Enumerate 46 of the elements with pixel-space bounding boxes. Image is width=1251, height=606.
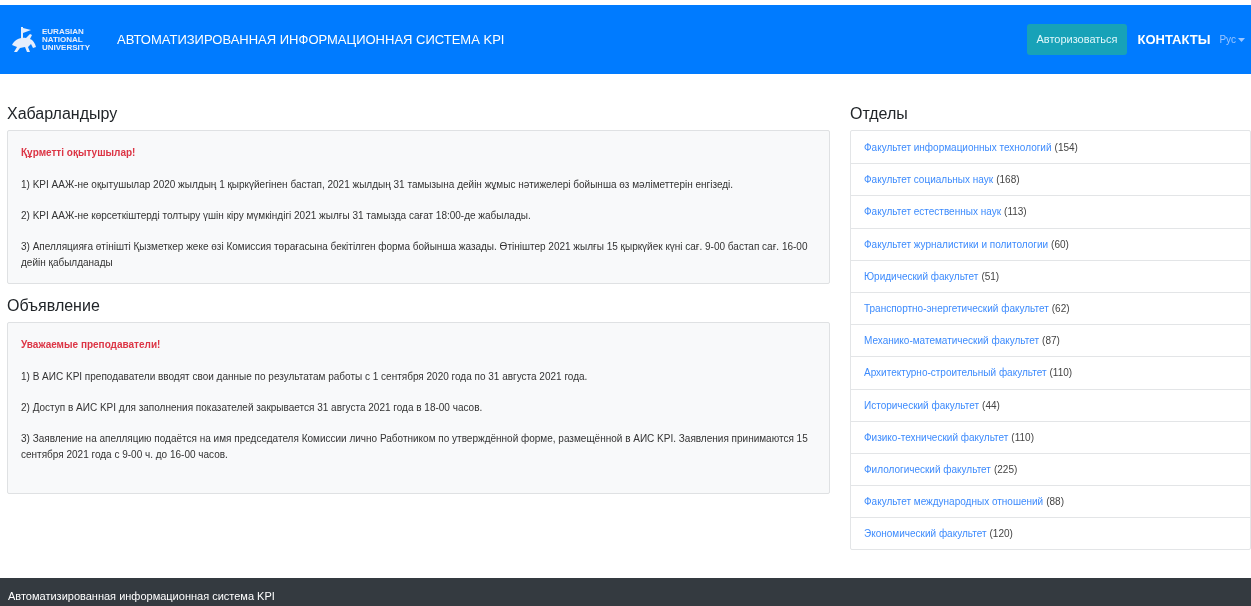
announcement-paragraph: 2) Доступ в АИС KPI для заполнения показателей закрывается 31 августа 2021 года в 18-00 часов. — [21, 401, 484, 415]
section-heading: Хабарландыру — [7, 104, 119, 124]
employee-count: (110) — [1011, 430, 1034, 445]
announcement-paragraph: 3) Апелляцияға өтінішті Қызметкер жеке өзі Комиссия төрағасына бекітілген форма бойынша жазады. Өтініштер 2021 жылғы 15 қыркүйек күні сағ. 9-00 бастап сағ. 16-00 дейін қабылданады — [21, 240, 809, 270]
department-link[interactable]: Филологический факультет — [864, 461, 991, 477]
employee-count: (88) — [1046, 495, 1064, 510]
contacts-link[interactable]: КОНТАКТЫ — [1137, 29, 1211, 50]
department-link[interactable]: Механико-математический факультет — [864, 333, 1040, 349]
department-link[interactable]: Факультет естественных наук — [864, 204, 1002, 220]
language-dropdown[interactable]: Рус — [1219, 32, 1245, 47]
department-link[interactable]: Юридический факультет — [864, 268, 979, 284]
logo-text: EURASIAN — [42, 27, 85, 36]
employee-count: (51) — [981, 269, 1000, 284]
greeting-text: Уважаемые преподаватели! — [21, 338, 162, 352]
greeting-text: Құрметті оқытушылар! — [21, 146, 137, 160]
caret-icon — [1238, 37, 1245, 42]
employee-count: (154) — [1054, 140, 1078, 155]
section-heading: Отделы — [850, 104, 909, 124]
employee-count: (44) — [982, 398, 1000, 413]
logo-text: NATIONAL — [42, 35, 84, 44]
employee-count: (225) — [993, 462, 1018, 477]
employee-count: (62) — [1051, 302, 1070, 317]
department-link[interactable]: Архитектурно-строительный факультет — [864, 365, 1047, 381]
department-link[interactable]: Факультет социальных наук — [864, 172, 994, 188]
site-title: АВТОМАТИЗИРОВАННАЯ ИНФОРМАЦИОННАЯ СИСТЕМА KPI — [117, 30, 505, 49]
section-heading: Объявление — [7, 296, 101, 316]
department-link[interactable]: Факультет информационных технологий — [864, 139, 1052, 155]
department-link[interactable]: Физико-технический факультет — [864, 429, 1009, 445]
department-link[interactable]: Факультет журналистики и политологии — [864, 236, 1049, 252]
employee-count: (168) — [996, 173, 1020, 188]
login-button[interactable]: Авторизоваться — [1027, 24, 1127, 55]
announcement-paragraph: 1) В АИС KPI преподаватели вводят свои данные по результатам работы с 1 сентября 2020 года по 31 августа 2021 года. — [21, 370, 589, 384]
department-link[interactable]: Экономический факультет — [864, 526, 987, 542]
employee-count: (87) — [1042, 334, 1060, 349]
employee-count: (60) — [1051, 237, 1069, 252]
department-link[interactable]: Факультет международных отношений — [864, 494, 1044, 510]
announcement-paragraph: 2) KPI ААЖ-не көрсеткіштерді толтыру үшін кіру мүмкіндігі 2021 жылғы 31 тамызда сағат 18:00-де жабылады. — [21, 209, 532, 223]
logo-text: UNIVERSITY — [42, 43, 90, 52]
employee-count: (120) — [989, 527, 1013, 542]
employee-count: (113) — [1004, 205, 1027, 220]
employee-count: (110) — [1049, 366, 1073, 381]
department-link[interactable]: Исторический факультет — [864, 397, 980, 413]
department-link[interactable]: Транспортно-энергетический факультет — [864, 301, 1049, 317]
announcement-paragraph: 1) KPI ААЖ-не оқытушылар 2020 жылдың 1 қыркүйегінен бастап, 2021 жылдың 31 тамызына дейін жұмыс нәтижелері бойынша өз мәліметтерін енгізеді. — [21, 178, 735, 192]
footer-text: Автоматизированная информационная система KPI — [8, 588, 275, 604]
announcement-paragraph: 3) Заявление на апелляцию подаётся на имя председателя Комиссии лично Работником по утверждённой форме, размещённой в АИС KPI. Заявления принимаются 15 сентября 2021 года с 9-00 ч. до 16-00 часов. — [21, 432, 809, 462]
